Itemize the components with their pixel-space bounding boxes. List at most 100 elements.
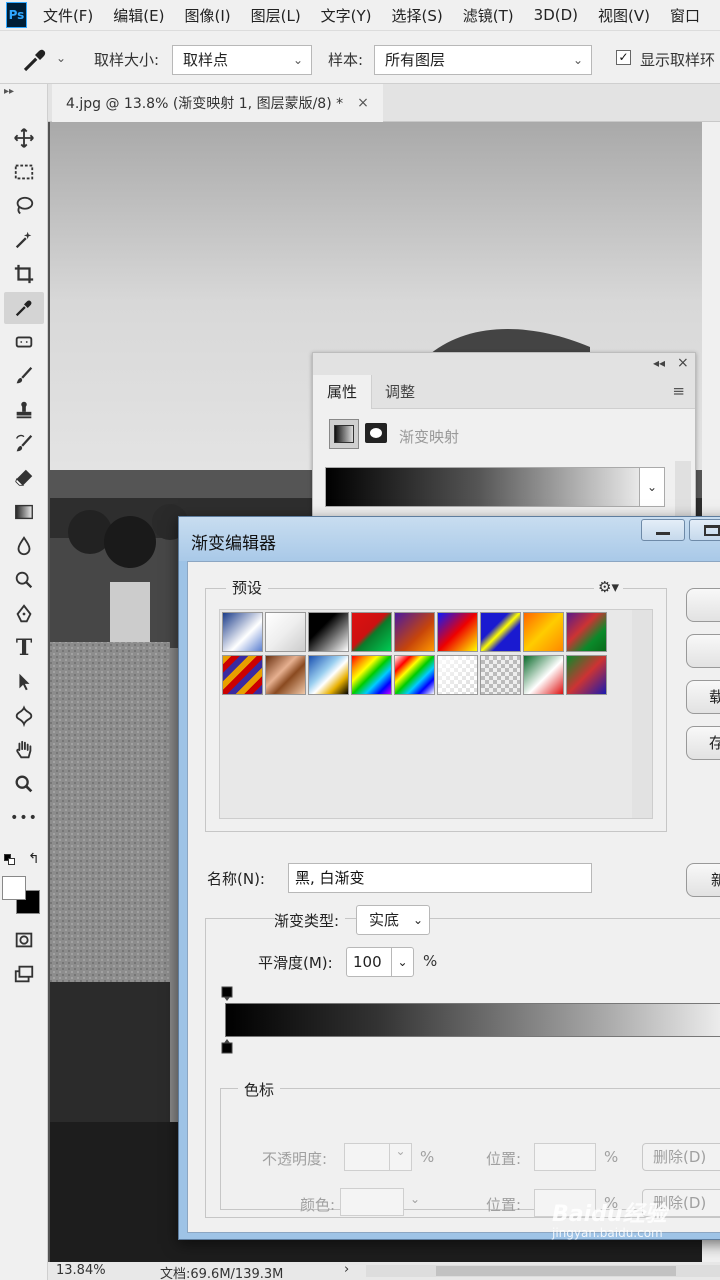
color-stop-icon[interactable] [221, 1038, 233, 1054]
preset-swatch[interactable] [566, 612, 607, 652]
menu-filter[interactable]: 滤镜(T) [463, 5, 514, 26]
gradient-preview[interactable] [325, 467, 665, 507]
preset-swatch[interactable] [394, 655, 435, 695]
more-tools-icon[interactable]: ••• [4, 802, 44, 834]
preset-swatch[interactable] [222, 612, 263, 652]
eraser-tool-icon[interactable] [4, 462, 44, 494]
gradient-map-icon[interactable] [329, 419, 359, 449]
clone-stamp-tool-icon[interactable] [4, 394, 44, 426]
zoom-level[interactable]: 13.84% [56, 1263, 106, 1278]
smoothness-label: 平滑度(M): [258, 954, 333, 972]
history-brush-tool-icon[interactable] [4, 428, 44, 460]
magic-wand-tool-icon[interactable] [4, 224, 44, 256]
preset-swatch[interactable] [265, 655, 306, 695]
panel-menu-icon[interactable]: ≡ [672, 382, 685, 400]
move-tool-icon[interactable] [4, 122, 44, 154]
sample-size-select[interactable]: 取样点 ⌄ [172, 45, 312, 75]
show-ring-checkbox[interactable]: ✓ [616, 50, 631, 65]
menu-select[interactable]: 选择(S) [392, 5, 443, 26]
preset-swatch[interactable] [308, 655, 349, 695]
toolbar-collapse-icon[interactable]: ▸▸ [4, 86, 14, 97]
opacity-position-input[interactable] [534, 1143, 596, 1171]
swatch-scrollbar[interactable] [632, 610, 652, 818]
layer-mask-icon[interactable] [365, 423, 387, 443]
menu-edit[interactable]: 编辑(E) [113, 5, 164, 26]
preset-swatch[interactable] [437, 612, 478, 652]
horizontal-scrollbar[interactable] [366, 1265, 720, 1277]
preset-swatch[interactable] [308, 612, 349, 652]
smoothness-input[interactable]: 100 ⌄ [346, 947, 414, 977]
menu-image[interactable]: 图像(I) [184, 5, 230, 26]
menu-view[interactable]: 视图(V) [598, 5, 650, 26]
menu-file[interactable]: 文件(F) [43, 5, 93, 26]
dodge-tool-icon[interactable] [4, 564, 44, 596]
color-label: 颜色: [300, 1196, 336, 1214]
maximize-button[interactable] [689, 519, 720, 541]
preset-swatch[interactable] [437, 655, 478, 695]
save-button[interactable]: 存 [686, 726, 720, 760]
screen-mode-icon[interactable] [4, 958, 44, 990]
close-icon[interactable]: × [357, 95, 369, 111]
eyedropper-preset-icon[interactable]: ⌄ [20, 45, 70, 75]
name-input[interactable]: 黑, 白渐变 [288, 863, 592, 893]
tab-properties[interactable]: 属性 [313, 375, 373, 409]
preset-swatch[interactable] [523, 655, 564, 695]
ok-button[interactable] [686, 588, 720, 622]
preset-swatch[interactable] [265, 612, 306, 652]
type-tool-icon[interactable]: T [4, 632, 44, 664]
opacity-input[interactable]: ⌄ [344, 1143, 412, 1171]
quick-mask-icon[interactable] [4, 924, 44, 956]
eyedropper-tool-icon[interactable] [4, 292, 44, 324]
status-menu-arrow-icon[interactable]: › [344, 1262, 349, 1277]
preset-swatch[interactable] [480, 612, 521, 652]
new-button[interactable]: 新 [686, 863, 720, 897]
foreground-color-swatch[interactable] [2, 876, 26, 900]
zoom-tool-icon[interactable] [4, 768, 44, 800]
menu-layer[interactable]: 图层(L) [251, 5, 301, 26]
healing-brush-tool-icon[interactable] [4, 326, 44, 358]
collapse-panel-icon[interactable]: ◂◂ [653, 356, 665, 370]
smoothness-unit: % [423, 952, 438, 970]
preset-swatch[interactable] [222, 655, 263, 695]
color-swatch-field[interactable] [340, 1188, 404, 1216]
horizontal-scroll-thumb[interactable] [436, 1266, 676, 1276]
preset-swatch[interactable] [394, 612, 435, 652]
pen-tool-icon[interactable] [4, 598, 44, 630]
delete-opacity-stop-button[interactable]: 删除(D) [642, 1143, 720, 1171]
gradient-type-select[interactable]: 实底 ⌄ [356, 905, 430, 935]
opacity-stop-icon[interactable] [221, 986, 233, 1002]
marquee-tool-icon[interactable] [4, 156, 44, 188]
chevron-down-icon: ⌄ [412, 913, 423, 927]
chevron-down-icon[interactable]: ⌄ [639, 467, 665, 507]
hand-tool-icon[interactable] [4, 734, 44, 766]
dialog-titlebar[interactable]: 渐变编辑器 [179, 517, 720, 561]
gradient-bar[interactable] [225, 1003, 720, 1037]
menu-type[interactable]: 文字(Y) [321, 5, 372, 26]
panel-scrollbar[interactable] [675, 461, 691, 517]
close-icon[interactable]: × [677, 355, 689, 371]
load-button[interactable]: 载 [686, 680, 720, 714]
crop-tool-icon[interactable] [4, 258, 44, 290]
document-tab[interactable]: 4.jpg @ 13.8% (渐变映射 1, 图层蒙版/8) * × [52, 84, 383, 122]
preset-swatch[interactable] [523, 612, 564, 652]
menu-3d[interactable]: 3D(D) [534, 6, 578, 24]
brush-tool-icon[interactable] [4, 360, 44, 392]
swap-colors-icon[interactable]: ↰ [4, 851, 44, 870]
gear-icon[interactable]: ⚙▾ [594, 578, 623, 596]
minimize-button[interactable] [641, 519, 685, 541]
preset-swatch[interactable] [351, 655, 392, 695]
shape-tool-icon[interactable] [4, 700, 44, 732]
preset-swatch[interactable] [480, 655, 521, 695]
blur-tool-icon[interactable] [4, 530, 44, 562]
menu-window[interactable]: 窗口 [670, 5, 700, 26]
tab-adjustments[interactable]: 调整 [371, 375, 429, 409]
path-selection-tool-icon[interactable] [4, 666, 44, 698]
cancel-button[interactable] [686, 634, 720, 668]
lasso-tool-icon[interactable] [4, 190, 44, 222]
gradient-editor-dialog: 渐变编辑器 预设 ⚙▾ 名称(N): 黑, 白渐变 渐变类型: 实底 ⌄ 平滑度… [178, 516, 720, 1240]
sample-select[interactable]: 所有图层 ⌄ [374, 45, 592, 75]
gradient-tool-icon[interactable] [4, 496, 44, 528]
preset-swatch[interactable] [566, 655, 607, 695]
color-swatches[interactable] [2, 876, 42, 916]
preset-swatch[interactable] [351, 612, 392, 652]
